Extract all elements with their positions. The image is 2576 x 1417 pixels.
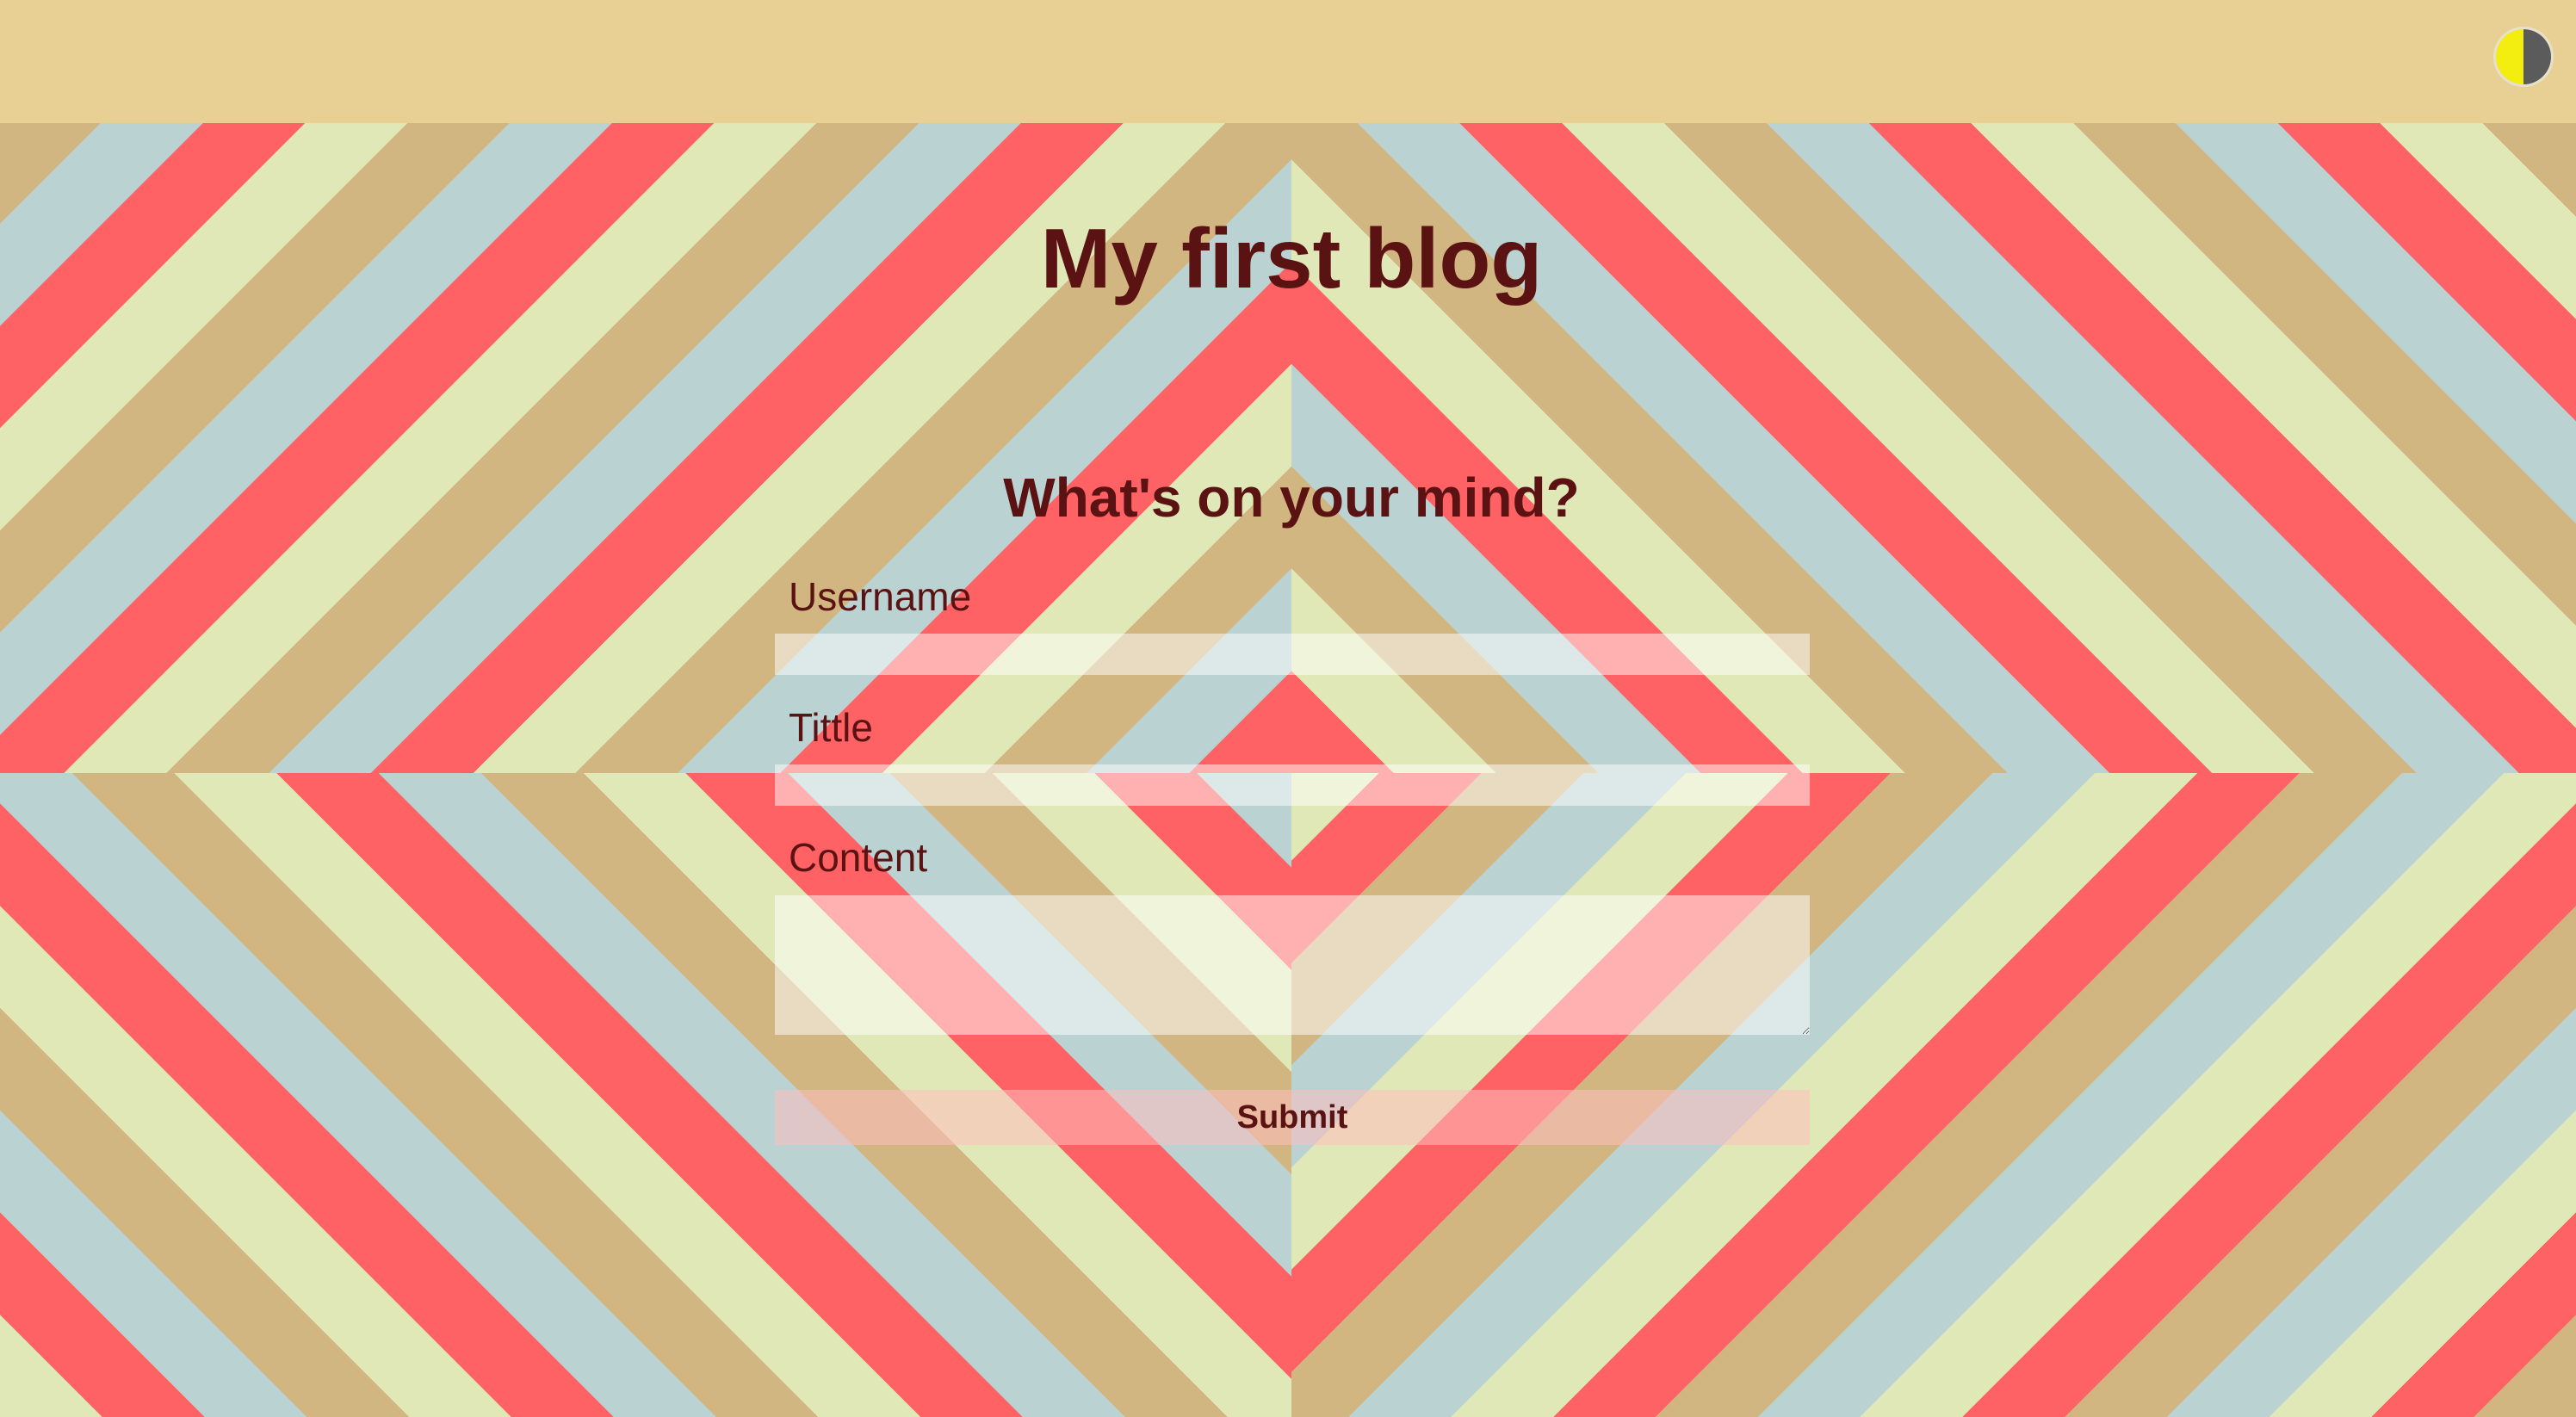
title-label: Tittle (789, 705, 873, 750)
theme-toggle-button[interactable] (2493, 27, 2554, 87)
theme-toggle-light-half (2496, 29, 2523, 84)
username-field[interactable] (775, 634, 1810, 675)
content-textarea[interactable] (775, 895, 1810, 1035)
content-label: Content (789, 835, 928, 880)
page-title: My first blog (1040, 211, 1543, 306)
form-heading: What's on your mind? (1003, 467, 1580, 529)
top-bar (0, 0, 2576, 123)
main-content: My first blog What's on your mind? Usern… (0, 0, 2576, 1417)
title-field[interactable] (775, 764, 1810, 806)
username-label: Username (789, 574, 972, 619)
theme-toggle-dark-half (2523, 29, 2551, 84)
submit-button[interactable]: Submit (775, 1090, 1810, 1145)
